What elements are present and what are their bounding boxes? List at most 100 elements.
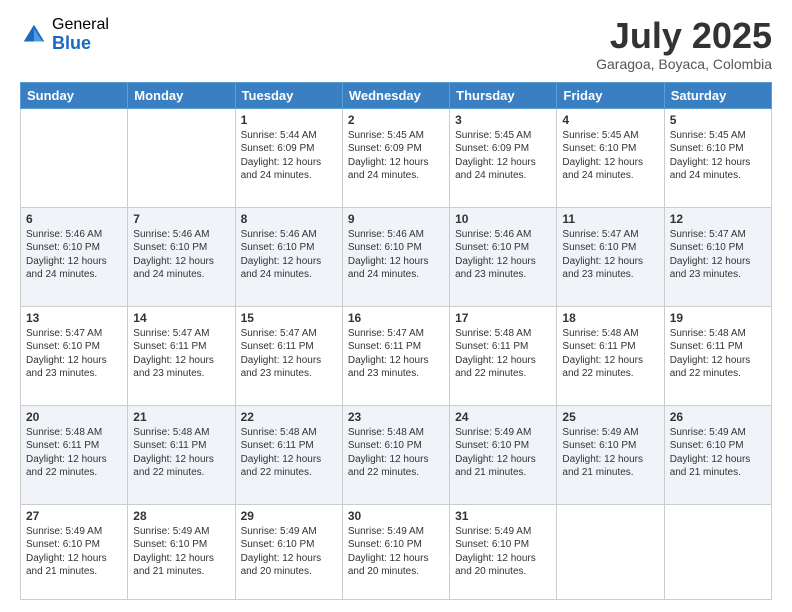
day-info: Sunrise: 5:46 AMSunset: 6:10 PMDaylight:… bbox=[26, 228, 122, 282]
table-row: 12 Sunrise: 5:47 AMSunset: 6:10 PMDayligh… bbox=[664, 207, 771, 306]
day-number: 18 bbox=[562, 311, 658, 325]
table-row: 31Sunrise: 5:49 AMSunset: 6:10 PMDayligh… bbox=[450, 504, 557, 599]
calendar-week-row: 6 Sunrise: 5:46 AMSunset: 6:10 PMDaylight… bbox=[21, 207, 772, 306]
table-row bbox=[21, 108, 128, 207]
day-info: Sunrise: 5:49 AMSunset: 6:10 PMDaylight:… bbox=[26, 525, 122, 579]
day-info: Sunrise: 5:49 AMSunset: 6:10 PMDaylight:… bbox=[455, 426, 551, 480]
day-number: 4 bbox=[562, 113, 658, 127]
day-number: 10 bbox=[455, 212, 551, 226]
table-row: 29Sunrise: 5:49 AMSunset: 6:10 PMDayligh… bbox=[235, 504, 342, 599]
day-info: Sunrise: 5:45 AMSunset: 6:10 PMDaylight:… bbox=[562, 129, 658, 183]
table-row: 27 Sunrise: 5:49 AMSunset: 6:10 PMDayligh… bbox=[21, 504, 128, 599]
day-info: Sunrise: 5:47 AMSunset: 6:11 PMDaylight:… bbox=[241, 327, 337, 381]
day-info: Sunrise: 5:49 AMSunset: 6:10 PMDaylight:… bbox=[133, 525, 229, 579]
col-saturday: Saturday bbox=[664, 82, 771, 108]
day-number: 20 bbox=[26, 410, 122, 424]
logo-icon bbox=[20, 21, 48, 49]
day-info: Sunrise: 5:47 AMSunset: 6:10 PMDaylight:… bbox=[562, 228, 658, 282]
calendar-week-row: 20 Sunrise: 5:48 AMSunset: 6:11 PMDayligh… bbox=[21, 405, 772, 504]
table-row: 13Sunrise: 5:47 AMSunset: 6:10 PMDayligh… bbox=[21, 306, 128, 405]
table-row: 16 Sunrise: 5:47 AMSunset: 6:11 PMDayligh… bbox=[342, 306, 449, 405]
table-row bbox=[557, 504, 664, 599]
table-row: 28Sunrise: 5:49 AMSunset: 6:10 PMDayligh… bbox=[128, 504, 235, 599]
day-info: Sunrise: 5:47 AMSunset: 6:11 PMDaylight:… bbox=[133, 327, 229, 381]
table-row: 5Sunrise: 5:45 AMSunset: 6:10 PMDaylight… bbox=[664, 108, 771, 207]
table-row: 23 Sunrise: 5:48 AMSunset: 6:10 PMDayligh… bbox=[342, 405, 449, 504]
table-row: 24 Sunrise: 5:49 AMSunset: 6:10 PMDayligh… bbox=[450, 405, 557, 504]
table-row: 9 Sunrise: 5:46 AMSunset: 6:10 PMDaylight… bbox=[342, 207, 449, 306]
table-row: 26Sunrise: 5:49 AMSunset: 6:10 PMDayligh… bbox=[664, 405, 771, 504]
day-info: Sunrise: 5:49 AMSunset: 6:10 PMDaylight:… bbox=[562, 426, 658, 480]
day-number: 23 bbox=[348, 410, 444, 424]
day-number: 22 bbox=[241, 410, 337, 424]
day-number: 25 bbox=[562, 410, 658, 424]
page: General Blue July 2025 Garagoa, Boyaca, … bbox=[0, 0, 792, 612]
col-tuesday: Tuesday bbox=[235, 82, 342, 108]
col-monday: Monday bbox=[128, 82, 235, 108]
month-title: July 2025 bbox=[596, 16, 772, 56]
day-number: 12 bbox=[670, 212, 766, 226]
table-row: 25 Sunrise: 5:49 AMSunset: 6:10 PMDayligh… bbox=[557, 405, 664, 504]
table-row: 10Sunrise: 5:46 AMSunset: 6:10 PMDayligh… bbox=[450, 207, 557, 306]
day-number: 24 bbox=[455, 410, 551, 424]
calendar-week-row: 27 Sunrise: 5:49 AMSunset: 6:10 PMDayligh… bbox=[21, 504, 772, 599]
day-info: Sunrise: 5:47 AMSunset: 6:10 PMDaylight:… bbox=[670, 228, 766, 282]
col-wednesday: Wednesday bbox=[342, 82, 449, 108]
day-info: Sunrise: 5:49 AMSunset: 6:10 PMDaylight:… bbox=[455, 525, 551, 579]
table-row: 19 Sunrise: 5:48 AMSunset: 6:11 PMDayligh… bbox=[664, 306, 771, 405]
calendar-week-row: 1Sunrise: 5:44 AMSunset: 6:09 PMDaylight… bbox=[21, 108, 772, 207]
logo-general: General bbox=[52, 16, 109, 34]
title-block: July 2025 Garagoa, Boyaca, Colombia bbox=[596, 16, 772, 72]
day-info: Sunrise: 5:48 AMSunset: 6:10 PMDaylight:… bbox=[348, 426, 444, 480]
day-number: 8 bbox=[241, 212, 337, 226]
day-number: 19 bbox=[670, 311, 766, 325]
day-number: 3 bbox=[455, 113, 551, 127]
day-info: Sunrise: 5:48 AMSunset: 6:11 PMDaylight:… bbox=[670, 327, 766, 381]
day-number: 27 bbox=[26, 509, 122, 523]
day-number: 13 bbox=[26, 311, 122, 325]
table-row: 30 Sunrise: 5:49 AMSunset: 6:10 PMDayligh… bbox=[342, 504, 449, 599]
day-number: 16 bbox=[348, 311, 444, 325]
day-number: 6 bbox=[26, 212, 122, 226]
table-row: 11 Sunrise: 5:47 AMSunset: 6:10 PMDayligh… bbox=[557, 207, 664, 306]
day-number: 30 bbox=[348, 509, 444, 523]
table-row: 14Sunrise: 5:47 AMSunset: 6:11 PMDayligh… bbox=[128, 306, 235, 405]
table-row bbox=[128, 108, 235, 207]
day-info: Sunrise: 5:48 AMSunset: 6:11 PMDaylight:… bbox=[455, 327, 551, 381]
table-row: 15 Sunrise: 5:47 AMSunset: 6:11 PMDayligh… bbox=[235, 306, 342, 405]
day-info: Sunrise: 5:48 AMSunset: 6:11 PMDaylight:… bbox=[26, 426, 122, 480]
table-row: 4 Sunrise: 5:45 AMSunset: 6:10 PMDaylight… bbox=[557, 108, 664, 207]
day-info: Sunrise: 5:45 AMSunset: 6:10 PMDaylight:… bbox=[670, 129, 766, 183]
table-row: 21Sunrise: 5:48 AMSunset: 6:11 PMDayligh… bbox=[128, 405, 235, 504]
day-info: Sunrise: 5:49 AMSunset: 6:10 PMDaylight:… bbox=[241, 525, 337, 579]
day-info: Sunrise: 5:49 AMSunset: 6:10 PMDaylight:… bbox=[348, 525, 444, 579]
calendar-header-row: Sunday Monday Tuesday Wednesday Thursday… bbox=[21, 82, 772, 108]
table-row: 1Sunrise: 5:44 AMSunset: 6:09 PMDaylight… bbox=[235, 108, 342, 207]
day-number: 15 bbox=[241, 311, 337, 325]
day-number: 11 bbox=[562, 212, 658, 226]
day-number: 26 bbox=[670, 410, 766, 424]
location: Garagoa, Boyaca, Colombia bbox=[596, 56, 772, 72]
table-row: 17 Sunrise: 5:48 AMSunset: 6:11 PMDayligh… bbox=[450, 306, 557, 405]
day-number: 7 bbox=[133, 212, 229, 226]
day-info: Sunrise: 5:46 AMSunset: 6:10 PMDaylight:… bbox=[348, 228, 444, 282]
logo-blue: Blue bbox=[52, 34, 109, 54]
logo-text: General Blue bbox=[52, 16, 109, 53]
header: General Blue July 2025 Garagoa, Boyaca, … bbox=[20, 16, 772, 72]
day-info: Sunrise: 5:45 AMSunset: 6:09 PMDaylight:… bbox=[348, 129, 444, 183]
day-number: 9 bbox=[348, 212, 444, 226]
calendar-table: Sunday Monday Tuesday Wednesday Thursday… bbox=[20, 82, 772, 600]
table-row: 18Sunrise: 5:48 AMSunset: 6:11 PMDayligh… bbox=[557, 306, 664, 405]
day-info: Sunrise: 5:45 AMSunset: 6:09 PMDaylight:… bbox=[455, 129, 551, 183]
table-row: 2Sunrise: 5:45 AMSunset: 6:09 PMDaylight… bbox=[342, 108, 449, 207]
table-row: 20 Sunrise: 5:48 AMSunset: 6:11 PMDayligh… bbox=[21, 405, 128, 504]
day-info: Sunrise: 5:48 AMSunset: 6:11 PMDaylight:… bbox=[241, 426, 337, 480]
calendar-week-row: 13Sunrise: 5:47 AMSunset: 6:10 PMDayligh… bbox=[21, 306, 772, 405]
day-info: Sunrise: 5:47 AMSunset: 6:11 PMDaylight:… bbox=[348, 327, 444, 381]
day-number: 21 bbox=[133, 410, 229, 424]
day-number: 1 bbox=[241, 113, 337, 127]
day-number: 17 bbox=[455, 311, 551, 325]
table-row: 8Sunrise: 5:46 AMSunset: 6:10 PMDaylight… bbox=[235, 207, 342, 306]
col-thursday: Thursday bbox=[450, 82, 557, 108]
day-info: Sunrise: 5:46 AMSunset: 6:10 PMDaylight:… bbox=[133, 228, 229, 282]
